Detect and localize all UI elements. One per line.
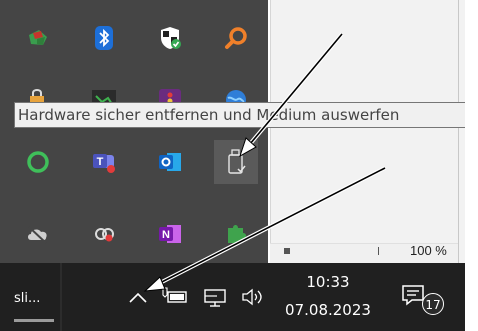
clock[interactable]: 10:33 07.08.2023 [282,271,374,321]
window-right-edge [458,0,459,263]
document-window: 100 % [270,0,478,264]
window-border [270,0,271,263]
status-bar-tick [378,247,379,255]
status-bar-marker [284,248,290,254]
svg-text:T: T [97,156,104,168]
clock-time: 10:33 [306,273,350,291]
creative-cloud-icon[interactable] [82,212,126,256]
cloud-offline-icon[interactable] [16,212,60,256]
tray-overflow-panel: T N [0,0,268,263]
taskbar: sli... 10:33 07.08.2023 [0,263,478,331]
circle-app-icon[interactable] [16,140,60,184]
zoom-level: 100 % [410,243,447,258]
battery-icon[interactable] [160,283,190,311]
taskbar-app-label[interactable]: sli... [14,291,40,306]
tooltip: Hardware sicher entfernen und Medium aus… [14,102,468,128]
network-icon[interactable] [200,283,230,311]
chevron-up-icon[interactable] [126,285,150,309]
clock-date: 07.08.2023 [285,301,371,319]
bluetooth-icon[interactable] [82,16,126,60]
onenote-icon[interactable]: N [148,212,192,256]
windows-security-icon[interactable] [148,16,192,60]
outlook-icon[interactable] [148,140,192,184]
usb-eject-icon[interactable] [214,140,258,184]
taskbar-app-indicator [14,319,54,322]
notification-count-badge: 17 [422,293,444,315]
volume-icon[interactable] [238,283,268,311]
taskbar-separator [60,263,62,331]
colored-app-icon[interactable] [16,16,60,60]
puzzle-icon[interactable] [214,212,258,256]
screen-right-edge [465,0,478,331]
search-app-icon[interactable] [214,16,258,60]
teams-icon[interactable]: T [82,140,126,184]
svg-text:N: N [162,229,170,241]
